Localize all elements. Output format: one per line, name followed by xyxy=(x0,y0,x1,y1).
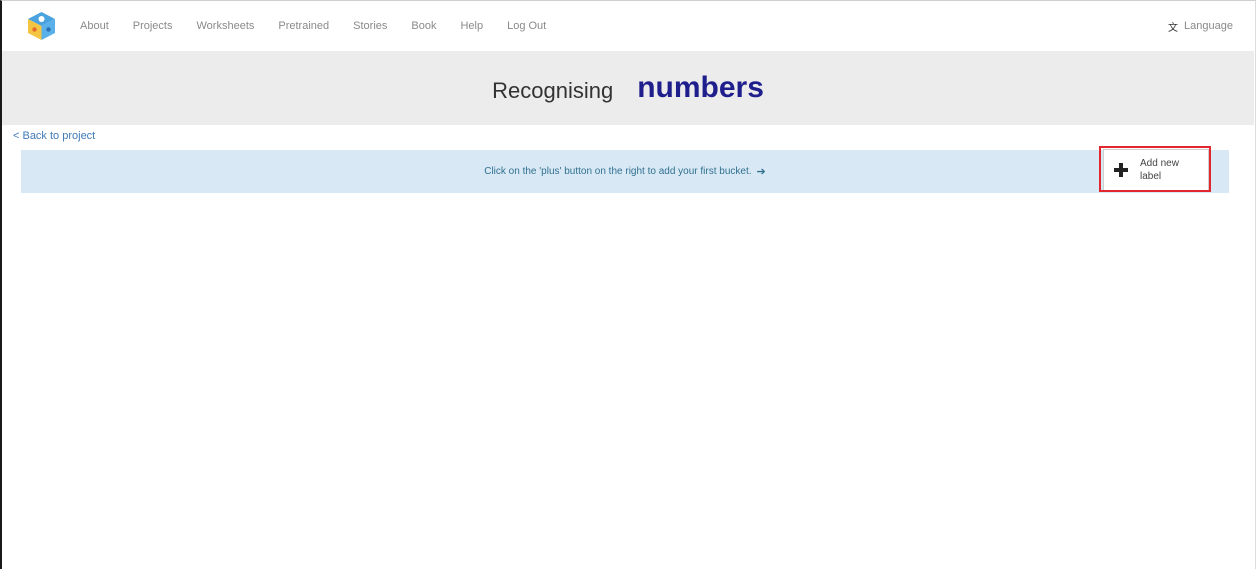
project-name: numbers xyxy=(637,71,764,104)
add-label-line1: Add new xyxy=(1140,158,1179,169)
add-label-line2: label xyxy=(1140,171,1162,182)
nav-pretrained[interactable]: Pretrained xyxy=(278,20,329,32)
info-message-wrap: Click on the 'plus' button on the right … xyxy=(21,150,1089,193)
page-title-prefix: Recognising xyxy=(492,78,614,103)
page-title-band: Recognising numbers xyxy=(2,51,1254,125)
nav-worksheets[interactable]: Worksheets xyxy=(197,20,255,32)
top-navbar: About Projects Worksheets Pretrained Sto… xyxy=(2,1,1254,51)
translate-icon: 文 xyxy=(1168,22,1179,34)
info-alert: Click on the 'plus' button on the right … xyxy=(21,150,1229,193)
arrow-right-icon: ➔ xyxy=(756,166,766,178)
nav-book[interactable]: Book xyxy=(411,20,436,32)
info-message: Click on the 'plus' button on the right … xyxy=(484,166,752,177)
back-to-project-link[interactable]: < Back to project xyxy=(13,130,95,142)
nav-about[interactable]: About xyxy=(80,20,109,32)
nav-stories[interactable]: Stories xyxy=(353,20,387,32)
language-label: Language xyxy=(1184,20,1233,32)
nav-projects[interactable]: Projects xyxy=(133,20,173,32)
cube-logo-icon[interactable] xyxy=(26,10,57,42)
add-new-label-button[interactable]: Add new label xyxy=(1103,149,1209,191)
nav-links: About Projects Worksheets Pretrained Sto… xyxy=(80,1,570,51)
nav-help[interactable]: Help xyxy=(460,20,483,32)
plus-icon xyxy=(1114,163,1128,177)
language-menu[interactable]: 文 Language xyxy=(1168,1,1233,51)
nav-log-out[interactable]: Log Out xyxy=(507,20,546,32)
add-new-label-text: Add new label xyxy=(1140,157,1180,183)
